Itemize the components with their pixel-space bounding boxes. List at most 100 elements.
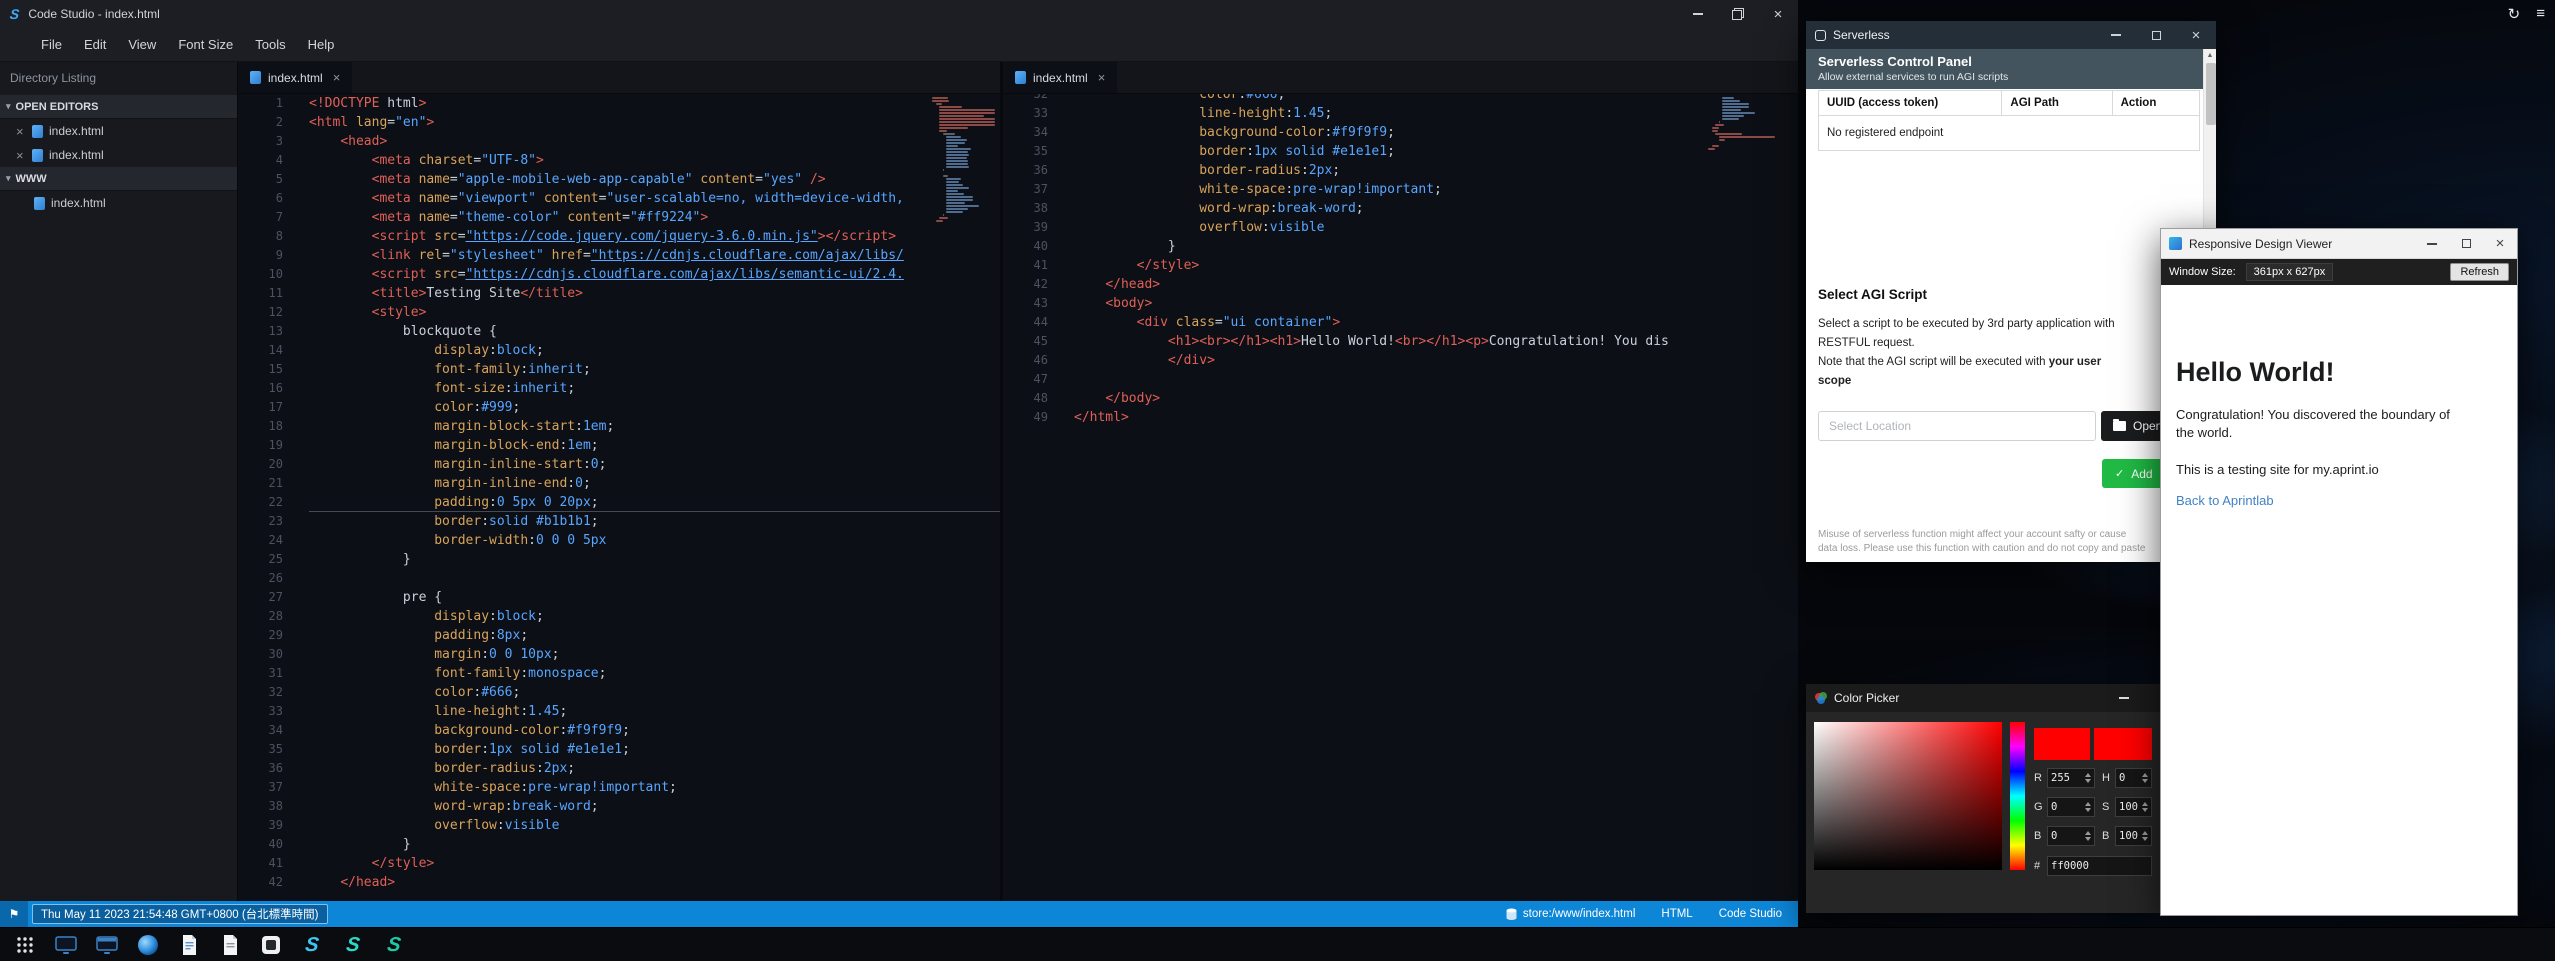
code-line[interactable]: <body> <box>1074 294 1798 313</box>
menu-font-size[interactable]: Font Size <box>167 37 244 52</box>
display-icon[interactable] <box>94 932 120 958</box>
code-line[interactable]: <!DOCTYPE html> <box>309 94 1000 113</box>
code-line[interactable]: <meta name="viewport" content="user-scal… <box>309 189 1000 208</box>
code-line[interactable]: </style> <box>1074 256 1798 275</box>
tab-index-html[interactable]: index.html × <box>1003 62 1117 93</box>
code-line[interactable]: line-height:1.45; <box>309 702 1000 721</box>
hex-input[interactable]: ff0000 <box>2047 856 2152 876</box>
code-line[interactable]: <html lang="en"> <box>309 113 1000 132</box>
code-line[interactable]: <title>Testing Site</title> <box>309 284 1000 303</box>
code-line[interactable]: <meta charset="UTF-8"> <box>309 151 1000 170</box>
code-line[interactable]: margin-inline-start:0; <box>309 455 1000 474</box>
code-content[interactable]: <!DOCTYPE html><html lang="en"> <head> <… <box>296 94 1000 901</box>
menu-file[interactable]: File <box>30 37 73 52</box>
code-line[interactable] <box>1074 370 1798 389</box>
stepper-icon[interactable] <box>2085 773 2091 783</box>
code-line[interactable]: pre { <box>309 588 1000 607</box>
minimap[interactable] <box>932 97 992 223</box>
code-line[interactable]: </html> <box>1074 408 1798 427</box>
code-line[interactable]: border-width:0 0 0 5px <box>309 531 1000 550</box>
code-line[interactable] <box>309 569 1000 588</box>
code-line[interactable]: word-wrap:break-word; <box>1074 199 1798 218</box>
code-line[interactable]: } <box>309 835 1000 854</box>
code-line[interactable]: background-color:#f9f9f9; <box>309 721 1000 740</box>
s-input[interactable]: 100 <box>2115 797 2152 817</box>
titlebar[interactable]: S Code Studio - index.html × <box>0 0 1798 28</box>
menu-view[interactable]: View <box>117 37 167 52</box>
minimap[interactable] <box>1708 97 1768 151</box>
minimize-button[interactable] <box>1678 0 1718 28</box>
code-line[interactable]: } <box>309 550 1000 569</box>
code-line[interactable]: </head> <box>309 873 1000 892</box>
code-content[interactable]: color:#666; line-height:1.45; background… <box>1061 94 1798 901</box>
tab-index-html[interactable]: index.html × <box>238 62 352 93</box>
code-line[interactable]: font-family:monospace; <box>309 664 1000 683</box>
code-line[interactable]: border:1px solid #e1e1e1; <box>309 740 1000 759</box>
code-line[interactable]: padding:8px; <box>309 626 1000 645</box>
hue-slider[interactable] <box>2010 722 2025 870</box>
brightness-input[interactable]: 100 <box>2115 826 2152 846</box>
code-line[interactable]: border-radius:2px; <box>309 759 1000 778</box>
tab-close-icon[interactable]: × <box>333 70 341 85</box>
minimize-button[interactable] <box>2096 21 2136 49</box>
window-size-value[interactable]: 361px x 627px <box>2246 263 2334 281</box>
sidebar-section-www[interactable]: ▾WWW <box>0 167 237 191</box>
select-location-input[interactable] <box>1818 411 2096 441</box>
refresh-button[interactable]: Refresh <box>2450 263 2509 281</box>
h-input[interactable]: 0 <box>2115 768 2152 788</box>
close-icon[interactable]: × <box>16 124 26 139</box>
restore-button[interactable] <box>1718 0 1758 28</box>
code-line[interactable]: margin-inline-end:0; <box>309 474 1000 493</box>
code-line[interactable]: <h1><br></h1><h1>Hello World!<br></h1><p… <box>1074 332 1798 351</box>
close-button[interactable]: × <box>1758 0 1798 28</box>
code-line[interactable]: <meta name="theme-color" content="#ff922… <box>309 208 1000 227</box>
code-line[interactable]: <head> <box>309 132 1000 151</box>
titlebar[interactable]: Responsive Design Viewer × <box>2161 229 2517 259</box>
code-line[interactable]: <script src="https://code.jquery.com/jqu… <box>309 227 1000 246</box>
close-button[interactable]: × <box>2176 21 2216 49</box>
close-icon[interactable]: × <box>16 148 26 163</box>
code-line[interactable]: color:#666; <box>309 683 1000 702</box>
code-line[interactable]: font-size:inherit; <box>309 379 1000 398</box>
file-item[interactable]: ×index.html <box>0 143 237 167</box>
tab-close-icon[interactable]: × <box>1098 70 1106 85</box>
close-button[interactable]: × <box>2483 229 2517 258</box>
code-line[interactable]: line-height:1.45; <box>1074 104 1798 123</box>
code-line[interactable]: white-space:pre-wrap!important; <box>1074 180 1798 199</box>
menu-edit[interactable]: Edit <box>73 37 117 52</box>
code-editor[interactable]: 1234567891011121314151617181920212223242… <box>238 94 1000 901</box>
code-line[interactable]: white-space:pre-wrap!important; <box>309 778 1000 797</box>
b-input[interactable]: 0 <box>2047 826 2095 846</box>
serverless-app-icon[interactable] <box>258 932 284 958</box>
stepper-icon[interactable] <box>2142 831 2148 841</box>
code-line[interactable]: background-color:#f9f9f9; <box>1074 123 1798 142</box>
code-line[interactable]: padding:0 5px 0 20px; <box>309 493 1000 512</box>
code-line[interactable]: display:block; <box>309 341 1000 360</box>
g-input[interactable]: 0 <box>2047 797 2095 817</box>
minimize-button[interactable] <box>2112 684 2136 712</box>
file-icon[interactable] <box>217 932 243 958</box>
saturation-picker[interactable] <box>1814 722 2002 870</box>
code-line[interactable]: font-family:inherit; <box>309 360 1000 379</box>
code-studio-icon-1[interactable]: S <box>297 932 327 958</box>
document-icon[interactable] <box>176 932 202 958</box>
code-line[interactable]: color:#666; <box>1074 94 1798 104</box>
code-line[interactable]: overflow:visible <box>1074 218 1798 237</box>
refresh-icon[interactable]: ↻ <box>2508 5 2521 23</box>
code-studio-icon-3[interactable]: S <box>379 932 409 958</box>
code-line[interactable]: display:block; <box>309 607 1000 626</box>
scroll-thumb[interactable] <box>2206 63 2216 125</box>
code-line[interactable]: </head> <box>1074 275 1798 294</box>
code-line[interactable]: margin:0 0 10px; <box>309 645 1000 664</box>
code-line[interactable]: color:#999; <box>309 398 1000 417</box>
sidebar-section-open-editors[interactable]: ▾OPEN EDITORS <box>0 95 237 119</box>
code-studio-icon-2[interactable]: S <box>338 932 368 958</box>
code-line[interactable]: </div> <box>1074 351 1798 370</box>
code-line[interactable]: </body> <box>1074 389 1798 408</box>
code-line[interactable]: overflow:visible <box>309 816 1000 835</box>
titlebar[interactable]: Serverless × <box>1806 21 2216 49</box>
code-line[interactable]: </style> <box>309 854 1000 873</box>
code-line[interactable]: border-radius:2px; <box>1074 161 1798 180</box>
code-line[interactable]: <link rel="stylesheet" href="https://cdn… <box>309 246 1000 265</box>
stepper-icon[interactable] <box>2142 773 2148 783</box>
